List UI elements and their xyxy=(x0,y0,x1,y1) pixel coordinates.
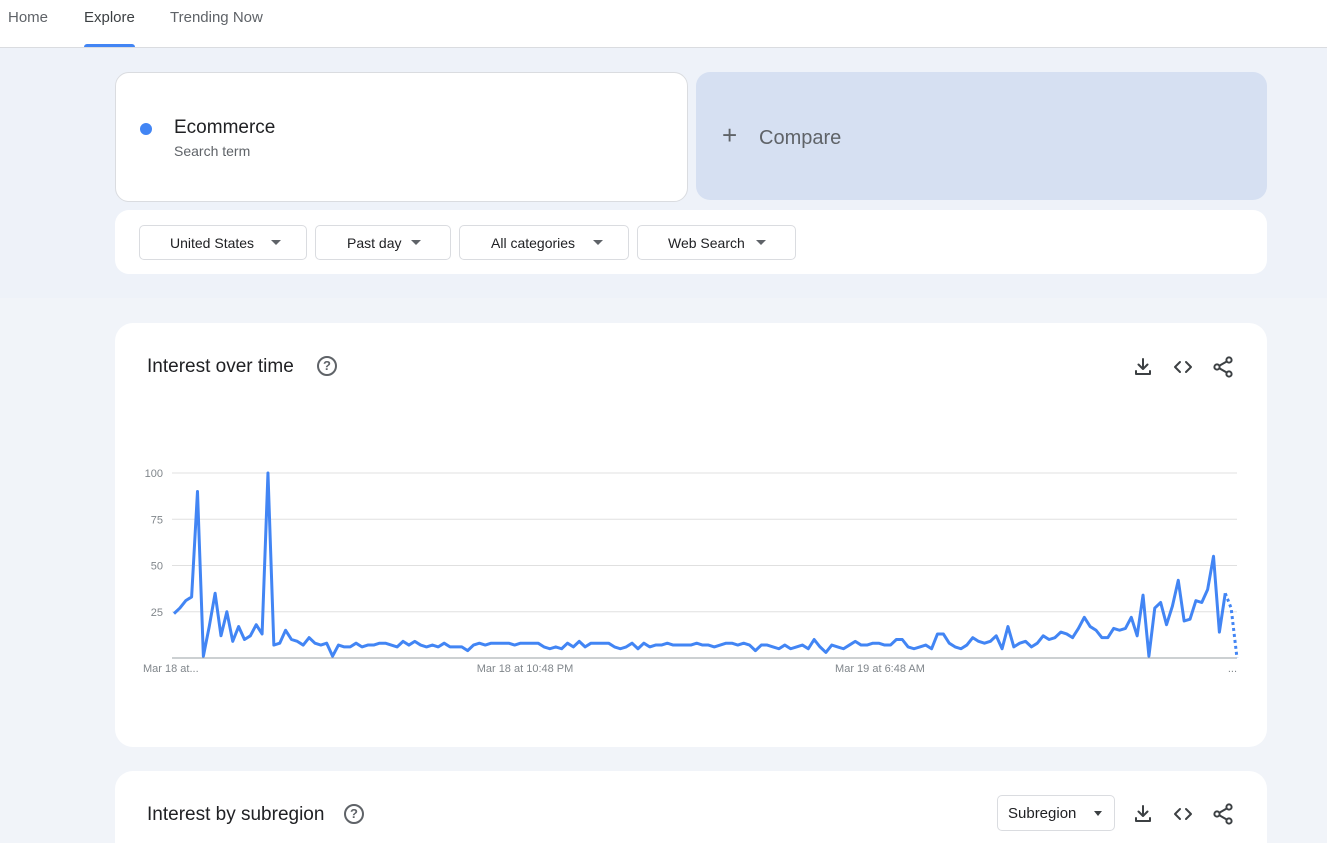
embed-code-icon[interactable] xyxy=(1171,802,1195,826)
tab-explore[interactable]: Explore xyxy=(84,0,135,47)
category-dropdown-label: All categories xyxy=(491,235,576,251)
caret-down-icon xyxy=(271,240,281,245)
subregion-select[interactable]: Subregion xyxy=(997,795,1115,831)
caret-down-icon xyxy=(756,240,766,245)
x-tick-label: Mar 18 at... xyxy=(143,663,199,675)
series-line-partial xyxy=(1223,592,1239,659)
region-dropdown-label: United States xyxy=(170,235,255,251)
tab-trending-now[interactable]: Trending Now xyxy=(170,0,263,47)
help-icon[interactable]: ? xyxy=(344,804,364,824)
tab-explore-label: Explore xyxy=(84,9,135,26)
y-tick-label: 25 xyxy=(151,607,163,619)
plus-icon: + xyxy=(722,120,738,150)
tab-home[interactable]: Home xyxy=(8,0,48,47)
term-color-dot xyxy=(140,123,152,135)
active-tab-indicator xyxy=(84,44,135,47)
filter-bar: United States Past day All categories We… xyxy=(115,210,1267,274)
top-nav: Home Explore Trending Now xyxy=(0,0,1327,48)
search-term-name[interactable]: Ecommerce xyxy=(174,117,275,139)
search-term-type: Search term xyxy=(174,143,251,159)
search-property-dropdown-label: Web Search xyxy=(668,235,745,251)
caret-down-icon xyxy=(1094,811,1102,816)
x-tick-label: Mar 18 at 10:48 PM xyxy=(477,663,574,675)
share-icon[interactable] xyxy=(1211,802,1235,826)
compare-label: Compare xyxy=(759,127,842,149)
search-term-card[interactable]: Ecommerce Search term xyxy=(115,72,688,202)
time-range-dropdown[interactable]: Past day xyxy=(315,225,451,260)
category-dropdown[interactable]: All categories xyxy=(459,225,629,260)
subregion-select-label: Subregion xyxy=(1008,805,1077,822)
download-icon[interactable] xyxy=(1131,802,1155,826)
caret-down-icon xyxy=(411,240,421,245)
x-tick-label: Mar 19 at 6:48 AM xyxy=(835,663,925,675)
y-tick-label: 75 xyxy=(151,514,163,526)
y-tick-label: 100 xyxy=(145,468,163,480)
x-tick-label: ... xyxy=(1228,663,1237,675)
caret-down-icon xyxy=(593,240,603,245)
series-line xyxy=(172,471,1227,658)
region-dropdown[interactable]: United States xyxy=(139,225,307,260)
compare-button[interactable]: + Compare xyxy=(696,72,1267,200)
interest-over-time-card: Interest over time ? 25 50 75 100 Mar 18 at.… xyxy=(115,323,1267,747)
interest-by-subregion-card: Interest by subregion ? Subregion xyxy=(115,771,1267,843)
interest-by-subregion-title: Interest by subregion xyxy=(147,804,325,825)
search-property-dropdown[interactable]: Web Search xyxy=(637,225,796,260)
y-tick-label: 50 xyxy=(151,561,163,573)
interest-over-time-chart[interactable]: 25 50 75 100 Mar 18 at... Mar 18 at 10:48 PM M… xyxy=(115,323,1267,703)
time-range-dropdown-label: Past day xyxy=(347,235,402,251)
